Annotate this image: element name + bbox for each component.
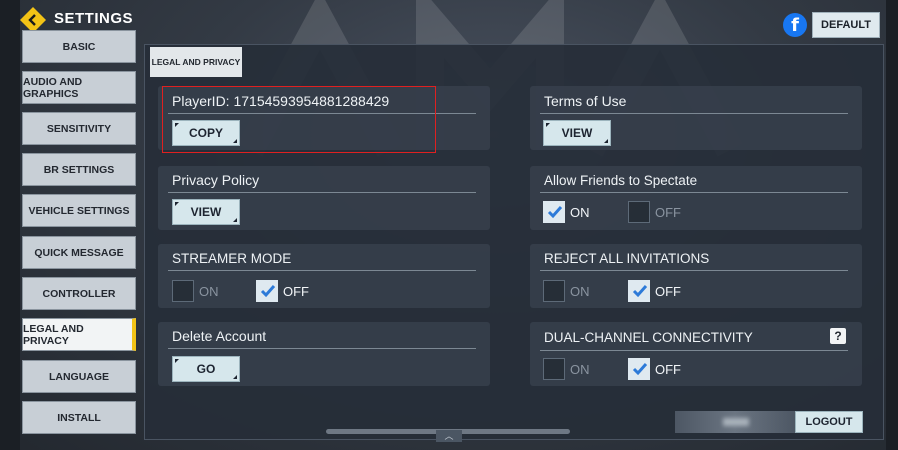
sidebar-item-language[interactable]: LANGUAGE — [22, 360, 136, 393]
account-name-field — [675, 411, 795, 433]
sidebar-item-quick-message[interactable]: QUICK MESSAGE — [22, 236, 136, 269]
checkmark-icon — [632, 285, 648, 298]
delete-account-label: Delete Account — [172, 328, 267, 344]
highlight-box — [162, 86, 436, 153]
reject-on-label: ON — [570, 284, 590, 299]
back-arrow-icon — [28, 14, 36, 26]
terms-view-button[interactable]: VIEW — [543, 120, 611, 146]
corner-mark — [233, 218, 237, 222]
page-title: SETTINGS — [54, 10, 134, 27]
spectate-off-checkbox[interactable] — [628, 201, 650, 223]
sidebar-item-install[interactable]: INSTALL — [22, 401, 136, 434]
sidebar-item-legal-and-privacy[interactable]: LEGAL AND PRIVACY — [22, 318, 136, 351]
spectate-on-label: ON — [570, 205, 590, 220]
left-frame — [0, 0, 20, 450]
dual-channel-on-label: ON — [570, 362, 590, 377]
checkmark-icon — [547, 206, 563, 219]
streamer-on-label: ON — [199, 284, 219, 299]
spectate-card: Allow Friends to Spectate — [530, 166, 862, 230]
sidebar-item-audio-and-graphics[interactable]: AUDIO AND GRAPHICS — [22, 71, 136, 104]
checkmark-icon — [632, 363, 648, 376]
sidebar-item-br-settings[interactable]: BR SETTINGS — [22, 153, 136, 186]
corner-mark — [233, 375, 237, 379]
corner-mark — [175, 202, 179, 206]
spectate-label: Allow Friends to Spectate — [544, 173, 698, 188]
divider — [168, 192, 476, 193]
logout-button[interactable]: LOGOUT — [795, 411, 863, 433]
privacy-view-label: VIEW — [190, 205, 222, 219]
delete-account-go-label: GO — [196, 362, 216, 376]
dual-channel-label: DUAL-CHANNEL CONNECTIVITY — [544, 330, 753, 345]
sidebar-item-vehicle-settings[interactable]: VEHICLE SETTINGS — [22, 194, 136, 227]
default-button[interactable]: DEFAULT — [812, 12, 880, 38]
spectate-off-label: OFF — [655, 205, 681, 220]
reject-off-label: OFF — [655, 284, 681, 299]
chevron-up-icon[interactable]: ︿ — [436, 430, 462, 442]
checkmark-icon — [260, 285, 276, 298]
corner-mark — [175, 359, 179, 363]
dual-channel-off-checkbox[interactable] — [628, 358, 650, 380]
sidebar-item-basic[interactable]: BASIC — [22, 30, 136, 63]
divider — [540, 192, 848, 193]
divider — [540, 350, 848, 351]
redacted-text — [723, 418, 749, 426]
privacy-label: Privacy Policy — [172, 172, 260, 188]
corner-mark — [604, 139, 608, 143]
spectate-on-checkbox[interactable] — [543, 201, 565, 223]
sidebar-item-sensitivity[interactable]: SENSITIVITY — [22, 112, 136, 145]
terms-label: Terms of Use — [544, 93, 627, 109]
divider — [540, 113, 848, 114]
divider — [168, 270, 476, 271]
corner-mark — [546, 123, 550, 127]
reject-on-checkbox[interactable] — [543, 280, 565, 302]
dual-channel-on-checkbox[interactable] — [543, 358, 565, 380]
streamer-off-label: OFF — [283, 284, 309, 299]
right-frame — [886, 0, 898, 450]
reject-label: REJECT ALL INVITATIONS — [544, 251, 710, 266]
delete-account-go-button[interactable]: GO — [172, 356, 240, 382]
help-icon[interactable]: ? — [830, 328, 846, 344]
reject-off-checkbox[interactable] — [628, 280, 650, 302]
streamer-on-checkbox[interactable] — [172, 280, 194, 302]
streamer-off-checkbox[interactable] — [256, 280, 278, 302]
streamer-label: STREAMER MODE — [172, 251, 292, 266]
divider — [168, 348, 476, 349]
sidebar-item-controller[interactable]: CONTROLLER — [22, 277, 136, 310]
terms-view-label: VIEW — [561, 126, 593, 140]
privacy-view-button[interactable]: VIEW — [172, 199, 240, 225]
divider — [540, 270, 848, 271]
facebook-icon[interactable]: f — [783, 13, 807, 37]
dual-channel-off-label: OFF — [655, 362, 681, 377]
tab-legal-and-privacy[interactable]: LEGAL AND PRIVACY — [150, 47, 242, 77]
